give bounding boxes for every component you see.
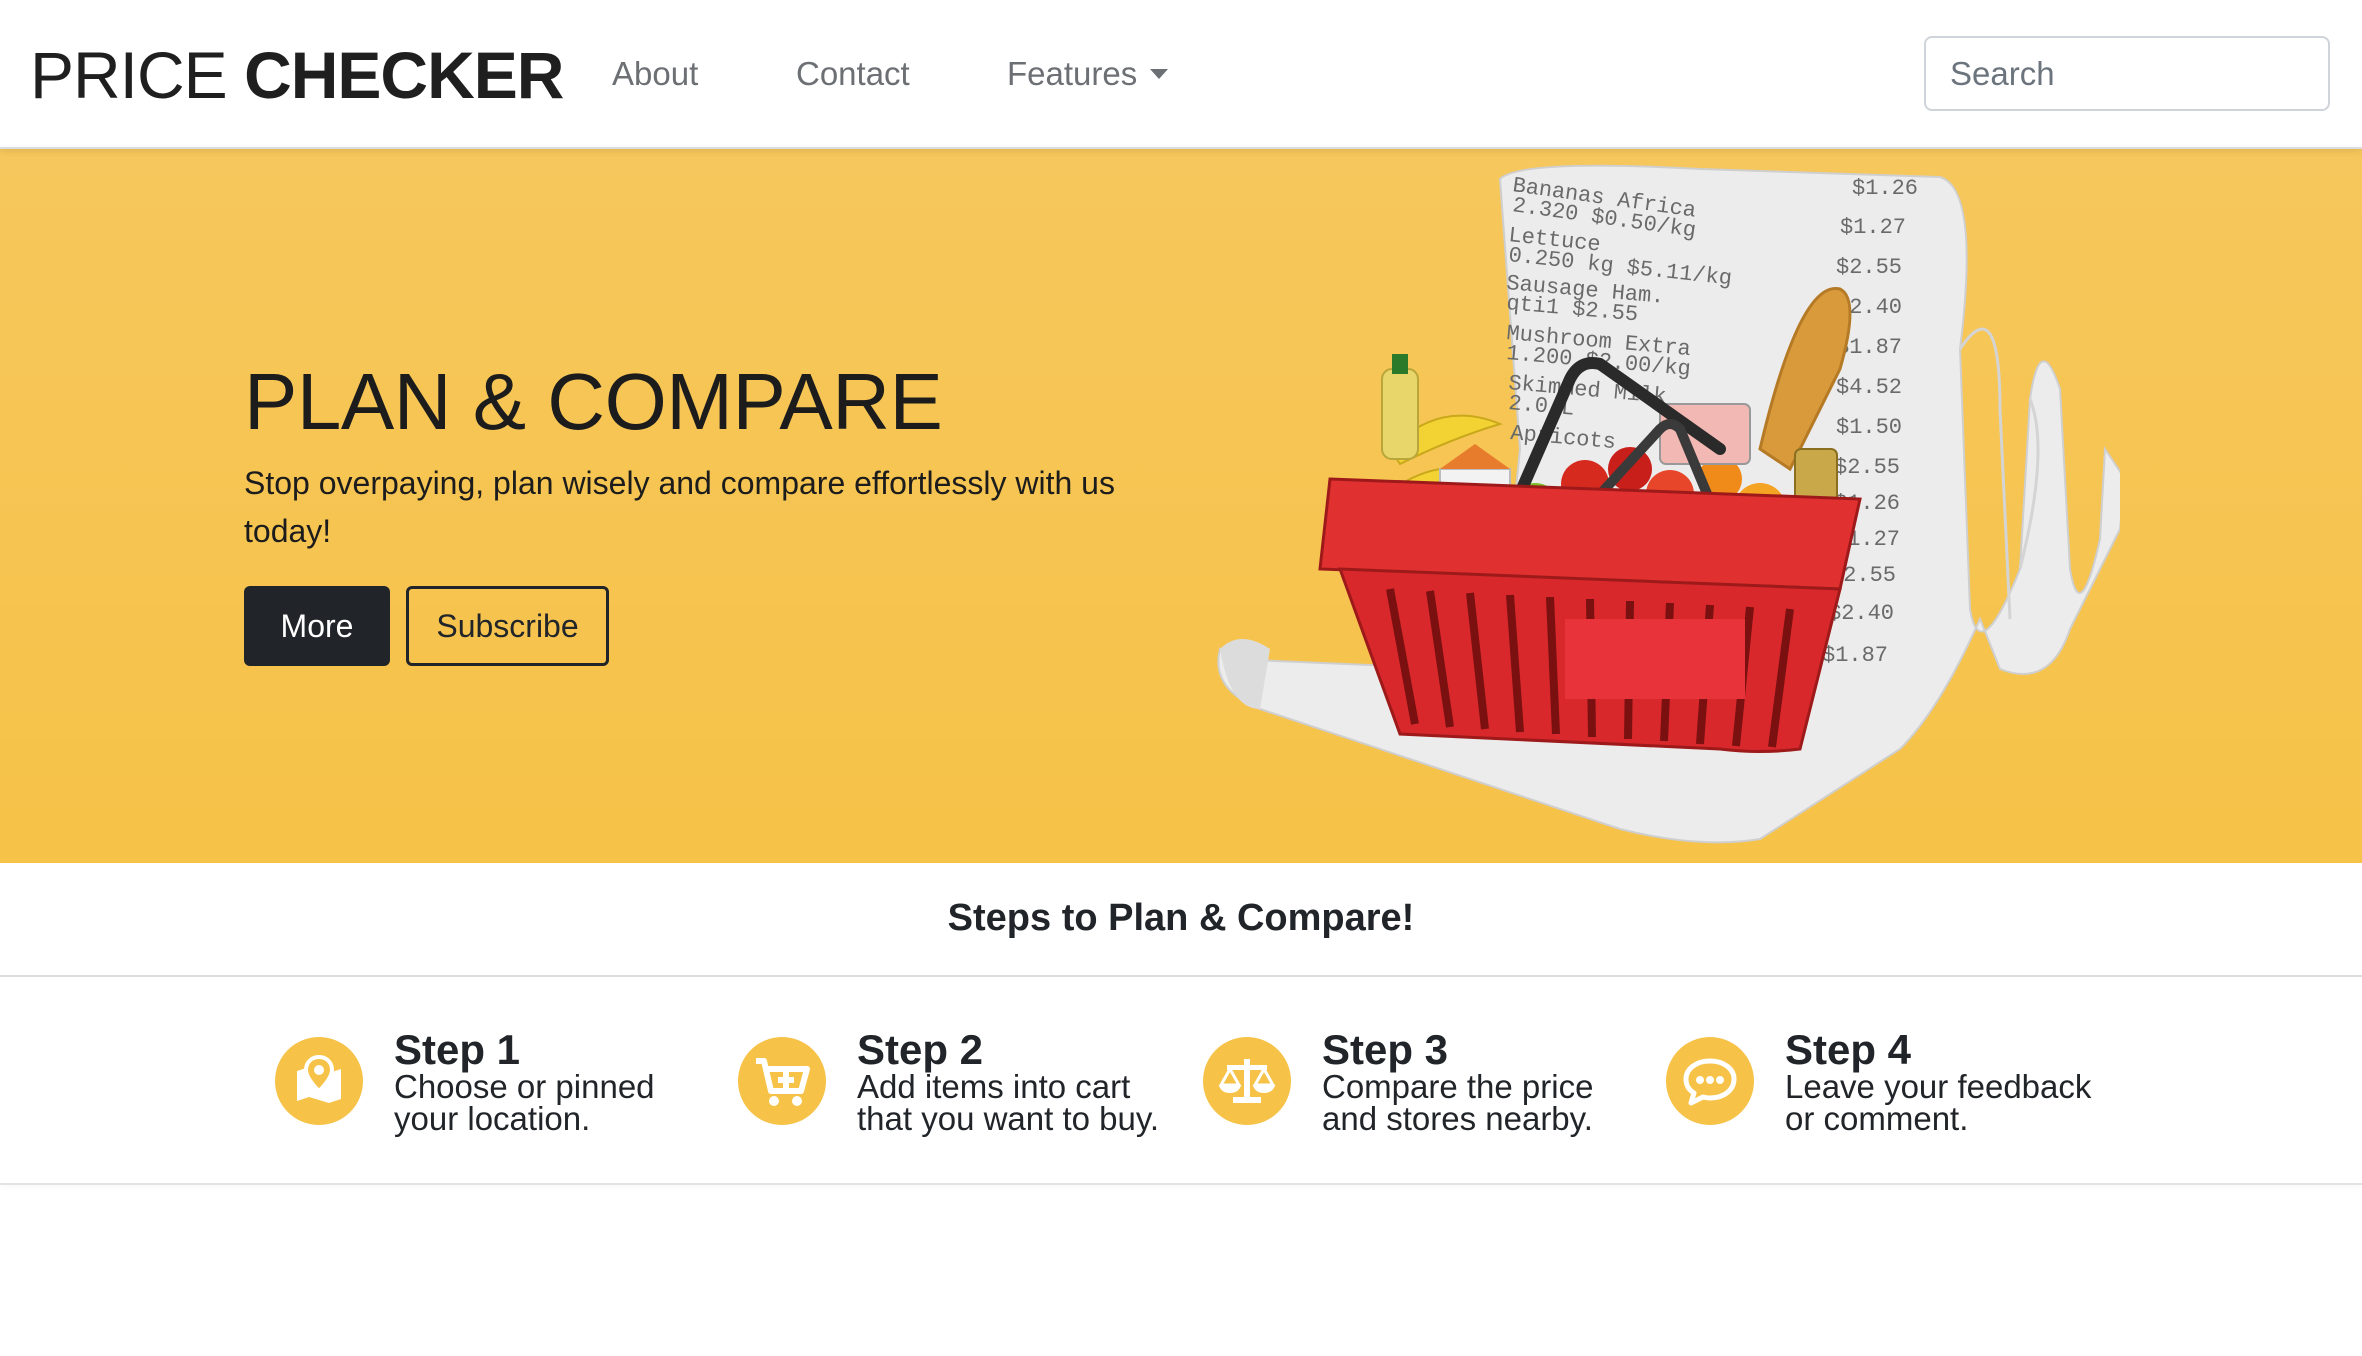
brand-logo[interactable]: PRICE CHECKER (30, 38, 564, 112)
svg-text:$4.52: $4.52 (1836, 375, 1902, 400)
hero-section: PLAN & COMPARE Stop overpaying, plan wis… (0, 149, 2362, 863)
svg-text:$1.87: $1.87 (1822, 643, 1888, 668)
nav-contact-link[interactable]: Contact (796, 52, 910, 96)
red-basket (1318, 477, 1862, 753)
step-4-description: Leave your feedback or comment. (1785, 1068, 2092, 1137)
svg-text:$1.27: $1.27 (1840, 215, 1906, 240)
step-3-description: Compare the price and stores nearby. (1322, 1068, 1594, 1137)
hero-subtitle: Stop overpaying, plan wisely and compare… (244, 465, 1115, 549)
svg-text:$1.50: $1.50 (1836, 415, 1902, 440)
map-pin-icon (275, 1037, 363, 1125)
grocery-basket-receipt-image: Bananas Africa 2.320 $0.50/kg Lettuce 0.… (1217, 164, 2120, 844)
nav-features-dropdown[interactable]: Features (1007, 52, 1137, 96)
steps-divider (0, 975, 2362, 977)
svg-text:$2.40: $2.40 (1828, 601, 1894, 626)
svg-text:$2.55: $2.55 (1836, 255, 1902, 280)
search-input[interactable] (1924, 36, 2330, 111)
steps-heading: Steps to Plan & Compare! (947, 897, 1415, 939)
more-button[interactable]: More (244, 586, 390, 666)
brand-bold: CHECKER (244, 38, 564, 112)
caret-down-icon[interactable] (1150, 69, 1168, 79)
subscribe-button[interactable]: Subscribe (406, 586, 609, 666)
brand-light: PRICE (30, 38, 228, 112)
balance-scale-icon (1203, 1037, 1291, 1125)
svg-text:$1.26: $1.26 (1852, 176, 1918, 201)
step-1-description: Choose or pinned your location. (394, 1068, 655, 1137)
svg-text:$2.55: $2.55 (1834, 455, 1900, 480)
cart-plus-icon (738, 1037, 826, 1125)
comment-dots-icon (1666, 1037, 1754, 1125)
step-2-description: Add items into cart that you want to buy… (857, 1068, 1160, 1137)
steps-section-bottom-border (0, 1183, 2362, 1185)
hero-title: PLAN & COMPARE (244, 357, 943, 446)
navbar: PRICE CHECKER About Contact Features (0, 0, 2362, 149)
nav-about-link[interactable]: About (612, 52, 698, 96)
